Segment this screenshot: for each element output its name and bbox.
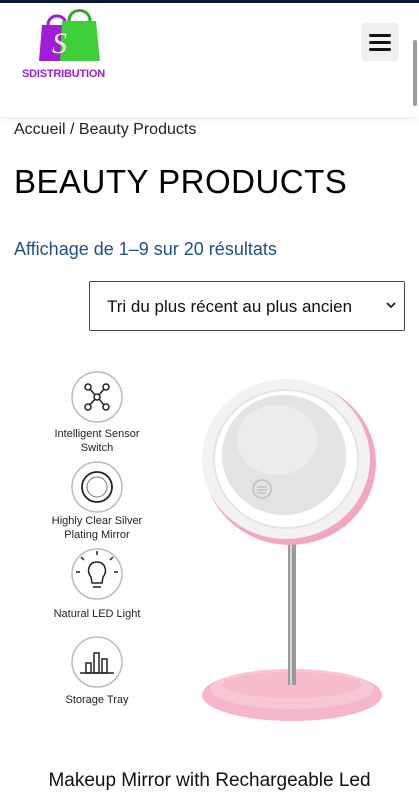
breadcrumb-separator: / (65, 121, 79, 138)
feature-label: Switch (81, 442, 113, 454)
feature-label: Natural LED Light (54, 608, 141, 620)
feature-label: Storage Tray (66, 694, 129, 706)
menu-bar-icon (369, 47, 391, 51)
feature-label: Plating Mirror (64, 529, 130, 541)
feature-label: Intelligent Sensor (55, 428, 140, 440)
menu-bar-icon (369, 40, 391, 44)
scrollbar[interactable] (413, 40, 417, 106)
breadcrumb: Accueil / Beauty Products (14, 121, 196, 139)
page-title: BEAUTY PRODUCTS (14, 163, 348, 200)
logo-text: SDISTRIBUTION (22, 68, 105, 80)
sort-select[interactable]: Tri du plus récent au plus ancien (89, 281, 405, 331)
feature-label: Highly Clear Silver (52, 515, 143, 527)
menu-bar-icon (369, 33, 391, 37)
menu-button[interactable] (361, 23, 399, 61)
breadcrumb-home-link[interactable]: Accueil (14, 121, 66, 138)
logo-letter: S (52, 27, 67, 60)
mirror-product-illustration (202, 379, 382, 721)
breadcrumb-current: Beauty Products (78, 121, 197, 138)
product-image[interactable]: Intelligent Sensor Switch Highly Clear S… (22, 345, 397, 740)
results-count: Affichage de 1–9 sur 20 résultats (14, 239, 277, 259)
product-title[interactable]: Makeup Mirror with Rechargeable Led (0, 770, 419, 792)
sort-selected-value: Tri du plus récent au plus ancien (107, 297, 353, 316)
chevron-down-icon (386, 302, 396, 309)
product-card[interactable]: Intelligent Sensor Switch Highly Clear S… (0, 345, 419, 800)
site-header: S SDISTRIBUTION (0, 3, 419, 117)
